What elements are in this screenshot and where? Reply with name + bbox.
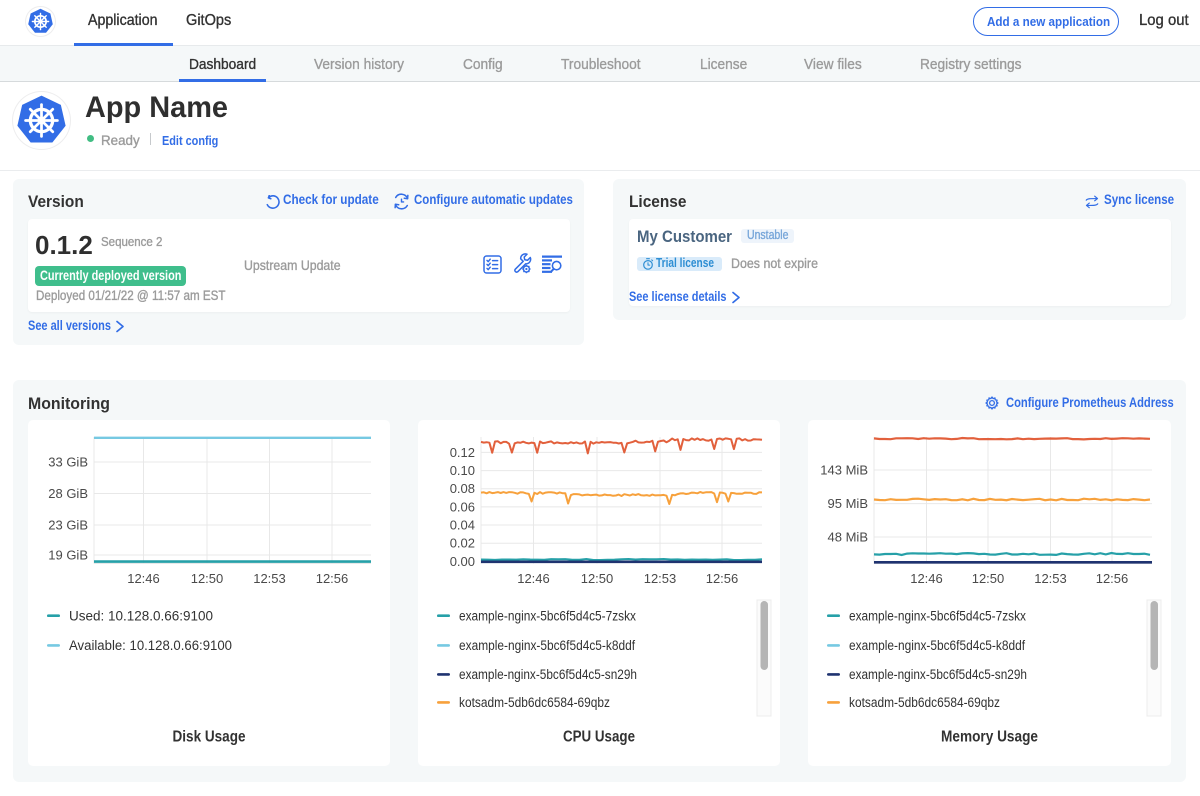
svg-text:12:56: 12:56 — [1096, 571, 1129, 586]
svg-text:0.12: 0.12 — [450, 445, 475, 460]
svg-text:Memory Usage: Memory Usage — [941, 729, 1038, 746]
svg-text:0.00: 0.00 — [450, 554, 475, 569]
svg-text:48 MiB: 48 MiB — [828, 530, 868, 545]
svg-text:kotsadm-5db6dc6584-69qbz: kotsadm-5db6dc6584-69qbz — [849, 695, 1000, 710]
svg-text:12:56: 12:56 — [706, 571, 739, 586]
svg-text:example-nginx-5bc6f5d4c5-k8ddf: example-nginx-5bc6f5d4c5-k8ddf — [459, 638, 635, 653]
svg-text:0.06: 0.06 — [450, 499, 475, 514]
svg-text:example-nginx-5bc6f5d4c5-7zskx: example-nginx-5bc6f5d4c5-7zskx — [459, 609, 636, 624]
svg-text:CPU Usage: CPU Usage — [563, 729, 635, 746]
svg-text:12:50: 12:50 — [581, 571, 614, 586]
svg-text:12:56: 12:56 — [316, 571, 349, 586]
svg-text:example-nginx-5bc6f5d4c5-k8ddf: example-nginx-5bc6f5d4c5-k8ddf — [849, 638, 1025, 653]
svg-text:19 GiB: 19 GiB — [48, 548, 88, 563]
svg-text:0.04: 0.04 — [450, 518, 475, 533]
svg-text:12:53: 12:53 — [253, 571, 286, 586]
svg-text:23 GiB: 23 GiB — [48, 518, 88, 533]
svg-text:example-nginx-5bc6f5d4c5-sn29h: example-nginx-5bc6f5d4c5-sn29h — [849, 667, 1027, 682]
svg-text:33 GiB: 33 GiB — [48, 455, 88, 470]
svg-text:Used: 10.128.0.66:9100: Used: 10.128.0.66:9100 — [69, 609, 213, 624]
svg-text:0.02: 0.02 — [450, 536, 475, 551]
svg-text:12:46: 12:46 — [517, 571, 550, 586]
svg-text:Disk Usage: Disk Usage — [173, 729, 246, 746]
svg-text:143 MiB: 143 MiB — [820, 463, 868, 478]
svg-text:12:46: 12:46 — [910, 571, 943, 586]
svg-text:95 MiB: 95 MiB — [828, 496, 868, 511]
svg-text:28 GiB: 28 GiB — [48, 486, 88, 501]
svg-text:example-nginx-5bc6f5d4c5-7zskx: example-nginx-5bc6f5d4c5-7zskx — [849, 609, 1026, 624]
svg-text:12:50: 12:50 — [191, 571, 224, 586]
svg-text:example-nginx-5bc6f5d4c5-sn29h: example-nginx-5bc6f5d4c5-sn29h — [459, 667, 637, 682]
svg-text:12:50: 12:50 — [972, 571, 1005, 586]
svg-text:0.08: 0.08 — [450, 481, 475, 496]
svg-text:12:53: 12:53 — [644, 571, 677, 586]
svg-text:kotsadm-5db6dc6584-69qbz: kotsadm-5db6dc6584-69qbz — [459, 695, 610, 710]
svg-text:12:53: 12:53 — [1034, 571, 1067, 586]
svg-text:0.10: 0.10 — [450, 463, 475, 478]
svg-text:12:46: 12:46 — [127, 571, 160, 586]
svg-text:Available: 10.128.0.66:9100: Available: 10.128.0.66:9100 — [69, 638, 232, 653]
